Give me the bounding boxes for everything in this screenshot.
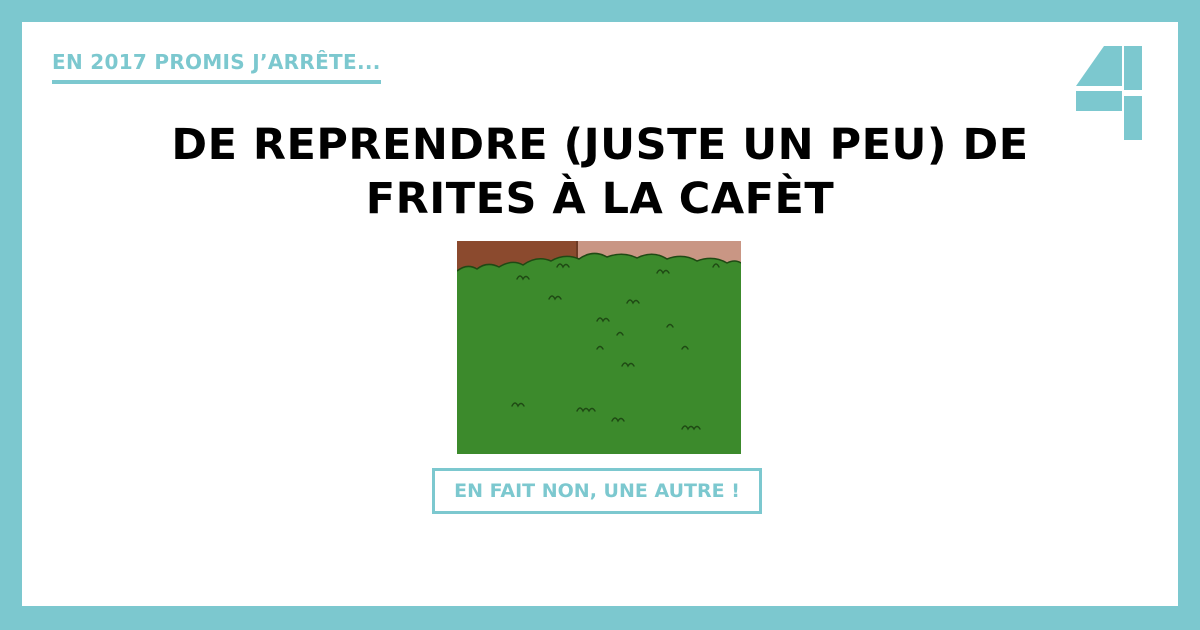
answer-button[interactable]: EN FAIT NON, UNE AUTRE ! (432, 468, 762, 514)
bush-image (457, 241, 741, 454)
quiz-kicker: EN 2017 PROMIS J’ARRÊTE... (52, 50, 381, 84)
headline-line-2: FRITES À LA CAFÈT (365, 174, 835, 224)
question-headline: DE REPRENDRE (JUSTE UN PEU) DE FRITES À … (22, 118, 1178, 226)
quiz-card: EN 2017 PROMIS J’ARRÊTE... DE REPRENDRE … (22, 22, 1178, 606)
headline-line-1: DE REPRENDRE (JUSTE UN PEU) DE (171, 120, 1029, 170)
